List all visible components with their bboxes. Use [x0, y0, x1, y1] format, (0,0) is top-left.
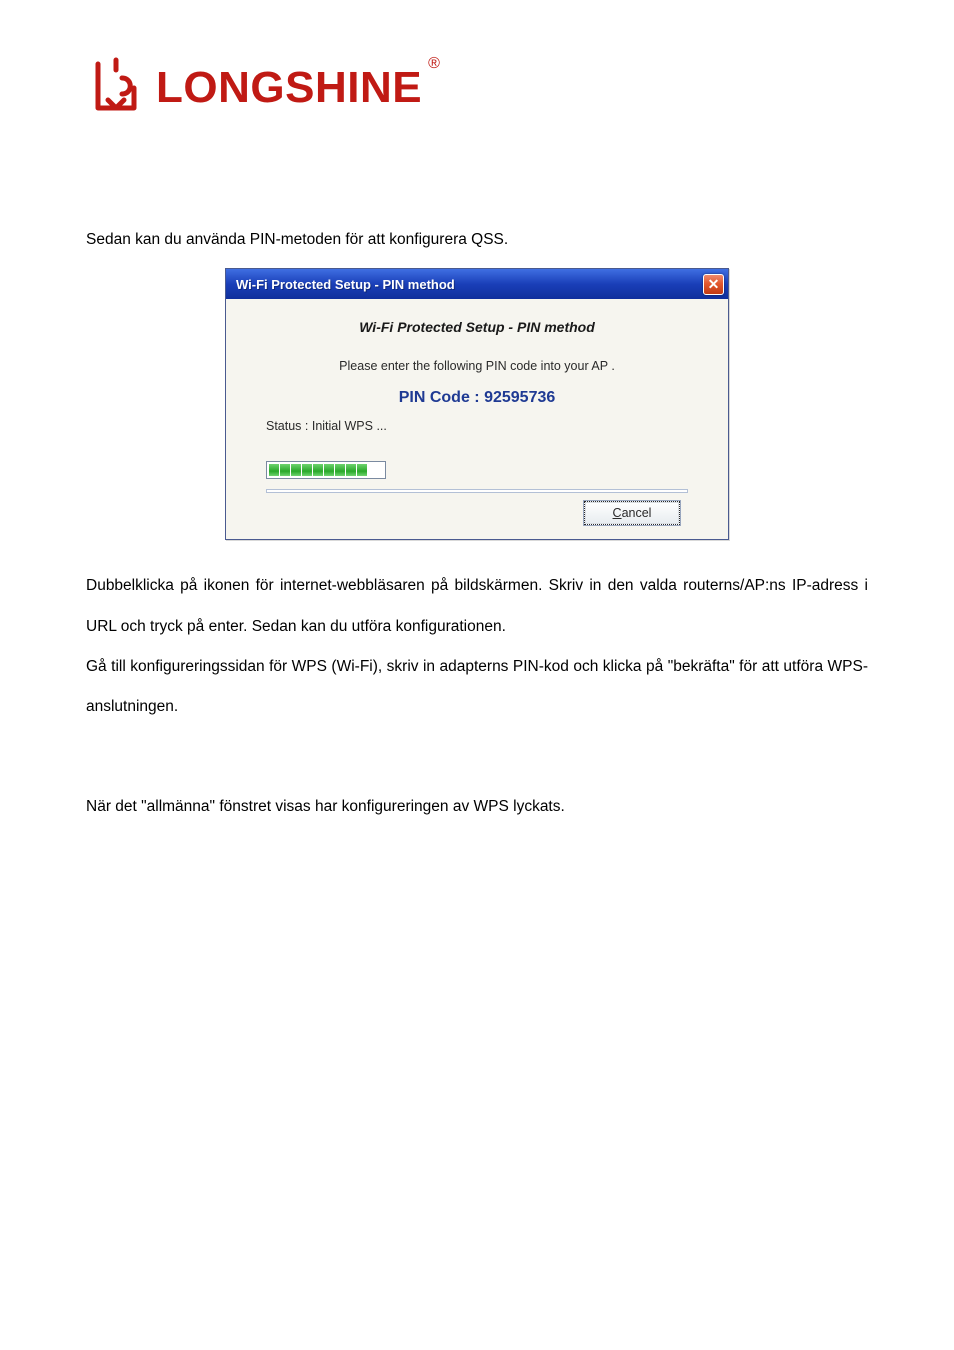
wps-pin-dialog: Wi-Fi Protected Setup - PIN method ✕ Wi-… — [225, 268, 729, 540]
dialog-button-row: Cancel — [250, 501, 704, 525]
paragraph-3: Gå till konfigureringssidan för WPS (Wi-… — [86, 647, 868, 728]
progress-block — [291, 464, 301, 476]
dialog-subtitle: Wi-Fi Protected Setup - PIN method — [250, 319, 704, 335]
pin-label: PIN Code : — [399, 389, 484, 406]
paragraph-2: Dubbelklicka på ikonen för internet-webb… — [86, 566, 868, 647]
pin-value: 92595736 — [484, 389, 555, 406]
registered-icon: ® — [428, 55, 440, 73]
progress-block — [357, 464, 367, 476]
status-label: Status : — [266, 419, 312, 433]
progress-block — [346, 464, 356, 476]
status-value: Initial WPS ... — [312, 419, 387, 433]
progress-block — [280, 464, 290, 476]
paragraph-4: När det "allmänna" fönstret visas har ko… — [86, 787, 868, 827]
progress-block — [313, 464, 323, 476]
brand-logo: LONGSHINE ® — [86, 56, 868, 120]
brand-name: LONGSHINE — [156, 66, 422, 110]
dialog-titlebar: Wi-Fi Protected Setup - PIN method ✕ — [226, 269, 728, 299]
dialog-container: Wi-Fi Protected Setup - PIN method ✕ Wi-… — [86, 268, 868, 540]
dialog-instruction: Please enter the following PIN code into… — [250, 359, 704, 373]
close-button[interactable]: ✕ — [703, 274, 724, 295]
progress-block — [335, 464, 345, 476]
cancel-button[interactable]: Cancel — [584, 501, 680, 525]
dialog-title: Wi-Fi Protected Setup - PIN method — [236, 277, 455, 292]
progress-block — [324, 464, 334, 476]
status-line: Status : Initial WPS ... — [250, 419, 704, 433]
brand-mark-icon — [86, 56, 146, 120]
close-icon: ✕ — [708, 276, 720, 293]
cancel-label: Cancel — [613, 506, 652, 520]
progress-block — [302, 464, 312, 476]
dialog-body: Wi-Fi Protected Setup - PIN method Pleas… — [226, 299, 728, 539]
intro-text: Sedan kan du använda PIN-metoden för att… — [86, 220, 868, 260]
progress-bar — [266, 461, 386, 479]
divider-bar — [266, 489, 688, 493]
pin-code-line: PIN Code : 92595736 — [250, 389, 704, 407]
progress-block — [269, 464, 279, 476]
